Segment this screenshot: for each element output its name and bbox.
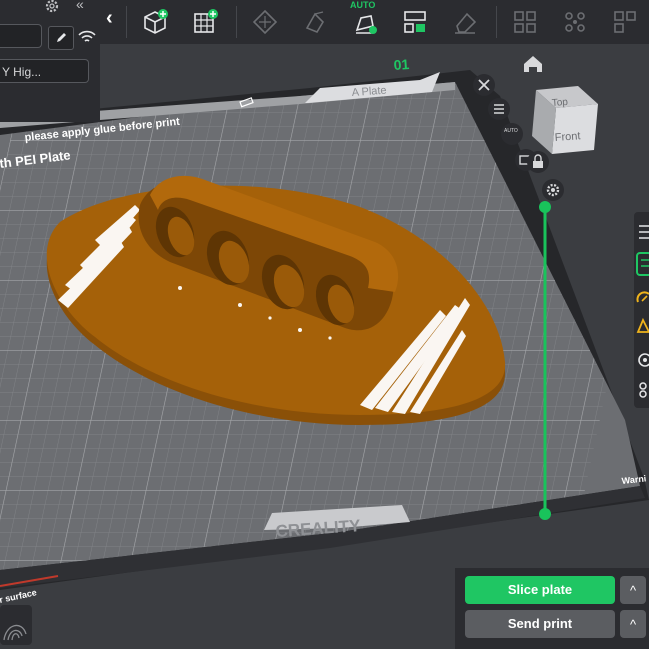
auto-label: AUTO: [350, 0, 376, 10]
target-icon[interactable]: [636, 350, 649, 370]
arrange-icon: [305, 11, 325, 33]
layer-slider-bottom-handle[interactable]: [539, 508, 551, 520]
plate-auto-button[interactable]: AUTO: [501, 123, 523, 145]
more-icon: [614, 11, 636, 33]
erase-icon: [455, 12, 477, 34]
objects-icon[interactable]: [636, 252, 649, 276]
printer-select[interactable]: [0, 24, 42, 48]
auto-orient-icon: [252, 9, 278, 35]
process-preset-select[interactable]: Y Hig...: [0, 59, 89, 83]
collapse-sidebar-icon[interactable]: «: [76, 0, 84, 12]
slice-plate-button[interactable]: Slice plate: [465, 576, 615, 604]
plate-auto-label: AUTO: [504, 128, 518, 134]
send-options-button[interactable]: ^: [620, 610, 646, 638]
split-view-icon: [404, 11, 426, 33]
plate-close-button[interactable]: [473, 74, 495, 96]
layout-button[interactable]: [506, 3, 544, 41]
list-icon[interactable]: [636, 222, 649, 242]
snap-icon: [565, 12, 585, 32]
plate-list-button[interactable]: [488, 98, 510, 120]
arrange-button[interactable]: [296, 3, 334, 41]
collapse-toolbar-icon[interactable]: ‹: [106, 7, 113, 30]
add-object-icon: [144, 9, 168, 34]
send-print-button[interactable]: Send print: [465, 610, 615, 638]
printer-panel: « Y Hig...: [0, 0, 100, 122]
speed-icon[interactable]: [636, 288, 649, 308]
fingerprint-icon[interactable]: [0, 605, 32, 645]
layout-icon: [514, 11, 536, 33]
right-tool-strip: [634, 212, 649, 408]
plate-name: A Plate: [351, 85, 387, 99]
add-plate-icon: [194, 9, 218, 33]
add-object-button[interactable]: [136, 3, 174, 41]
pencil-icon[interactable]: [48, 26, 74, 50]
more-button[interactable]: [606, 3, 644, 41]
layer-slider-top-handle[interactable]: [539, 201, 551, 213]
support-icon[interactable]: [636, 316, 649, 336]
gear-icon[interactable]: [44, 0, 60, 14]
slice-options-button[interactable]: ^: [620, 576, 646, 604]
split-view-button[interactable]: [396, 3, 434, 41]
plate-number: 01: [393, 56, 410, 73]
snap-button[interactable]: [556, 3, 594, 41]
auto-orient-button[interactable]: [246, 3, 284, 41]
plate-gear-button[interactable]: [542, 179, 564, 201]
wifi-icon[interactable]: [78, 30, 96, 44]
plate-lock-button[interactable]: [527, 151, 549, 173]
top-toolbar: ‹ AUTO: [100, 0, 649, 44]
auto-arrange-icon: [355, 15, 377, 34]
view-cube-top-label: Top: [551, 97, 568, 109]
view-cube[interactable]: Top Front: [532, 86, 598, 154]
view-cube-front-label: Front: [554, 130, 580, 144]
auto-arrange-button[interactable]: AUTO: [346, 0, 384, 41]
erase-button[interactable]: [446, 3, 484, 41]
add-plate-button[interactable]: [186, 3, 224, 41]
settings-icon[interactable]: [636, 380, 649, 400]
